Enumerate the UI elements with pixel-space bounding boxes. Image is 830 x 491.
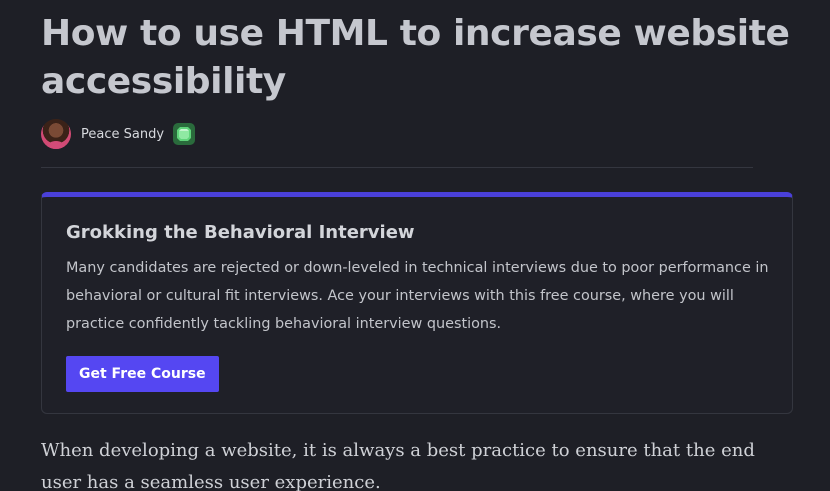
get-free-course-button[interactable]: Get Free Course: [66, 356, 219, 392]
article-intro-paragraph: When developing a website, it is always …: [41, 440, 755, 491]
promo-description: Many candidates are rejected or down-lev…: [66, 260, 769, 332]
promo-title: Grokking the Behavioral Interview: [66, 222, 415, 243]
author-row: Peace Sandy: [41, 118, 790, 150]
article-page: How to use HTML to increase website acce…: [0, 0, 830, 491]
divider: [41, 167, 753, 168]
emerald-gem-icon: [173, 123, 196, 145]
course-promo-card: Grokking the Behavioral Interview Many c…: [41, 192, 793, 414]
author-name[interactable]: Peace Sandy: [81, 127, 164, 142]
author-avatar[interactable]: [41, 119, 71, 149]
article-title: How to use HTML to increase website acce…: [41, 13, 790, 102]
